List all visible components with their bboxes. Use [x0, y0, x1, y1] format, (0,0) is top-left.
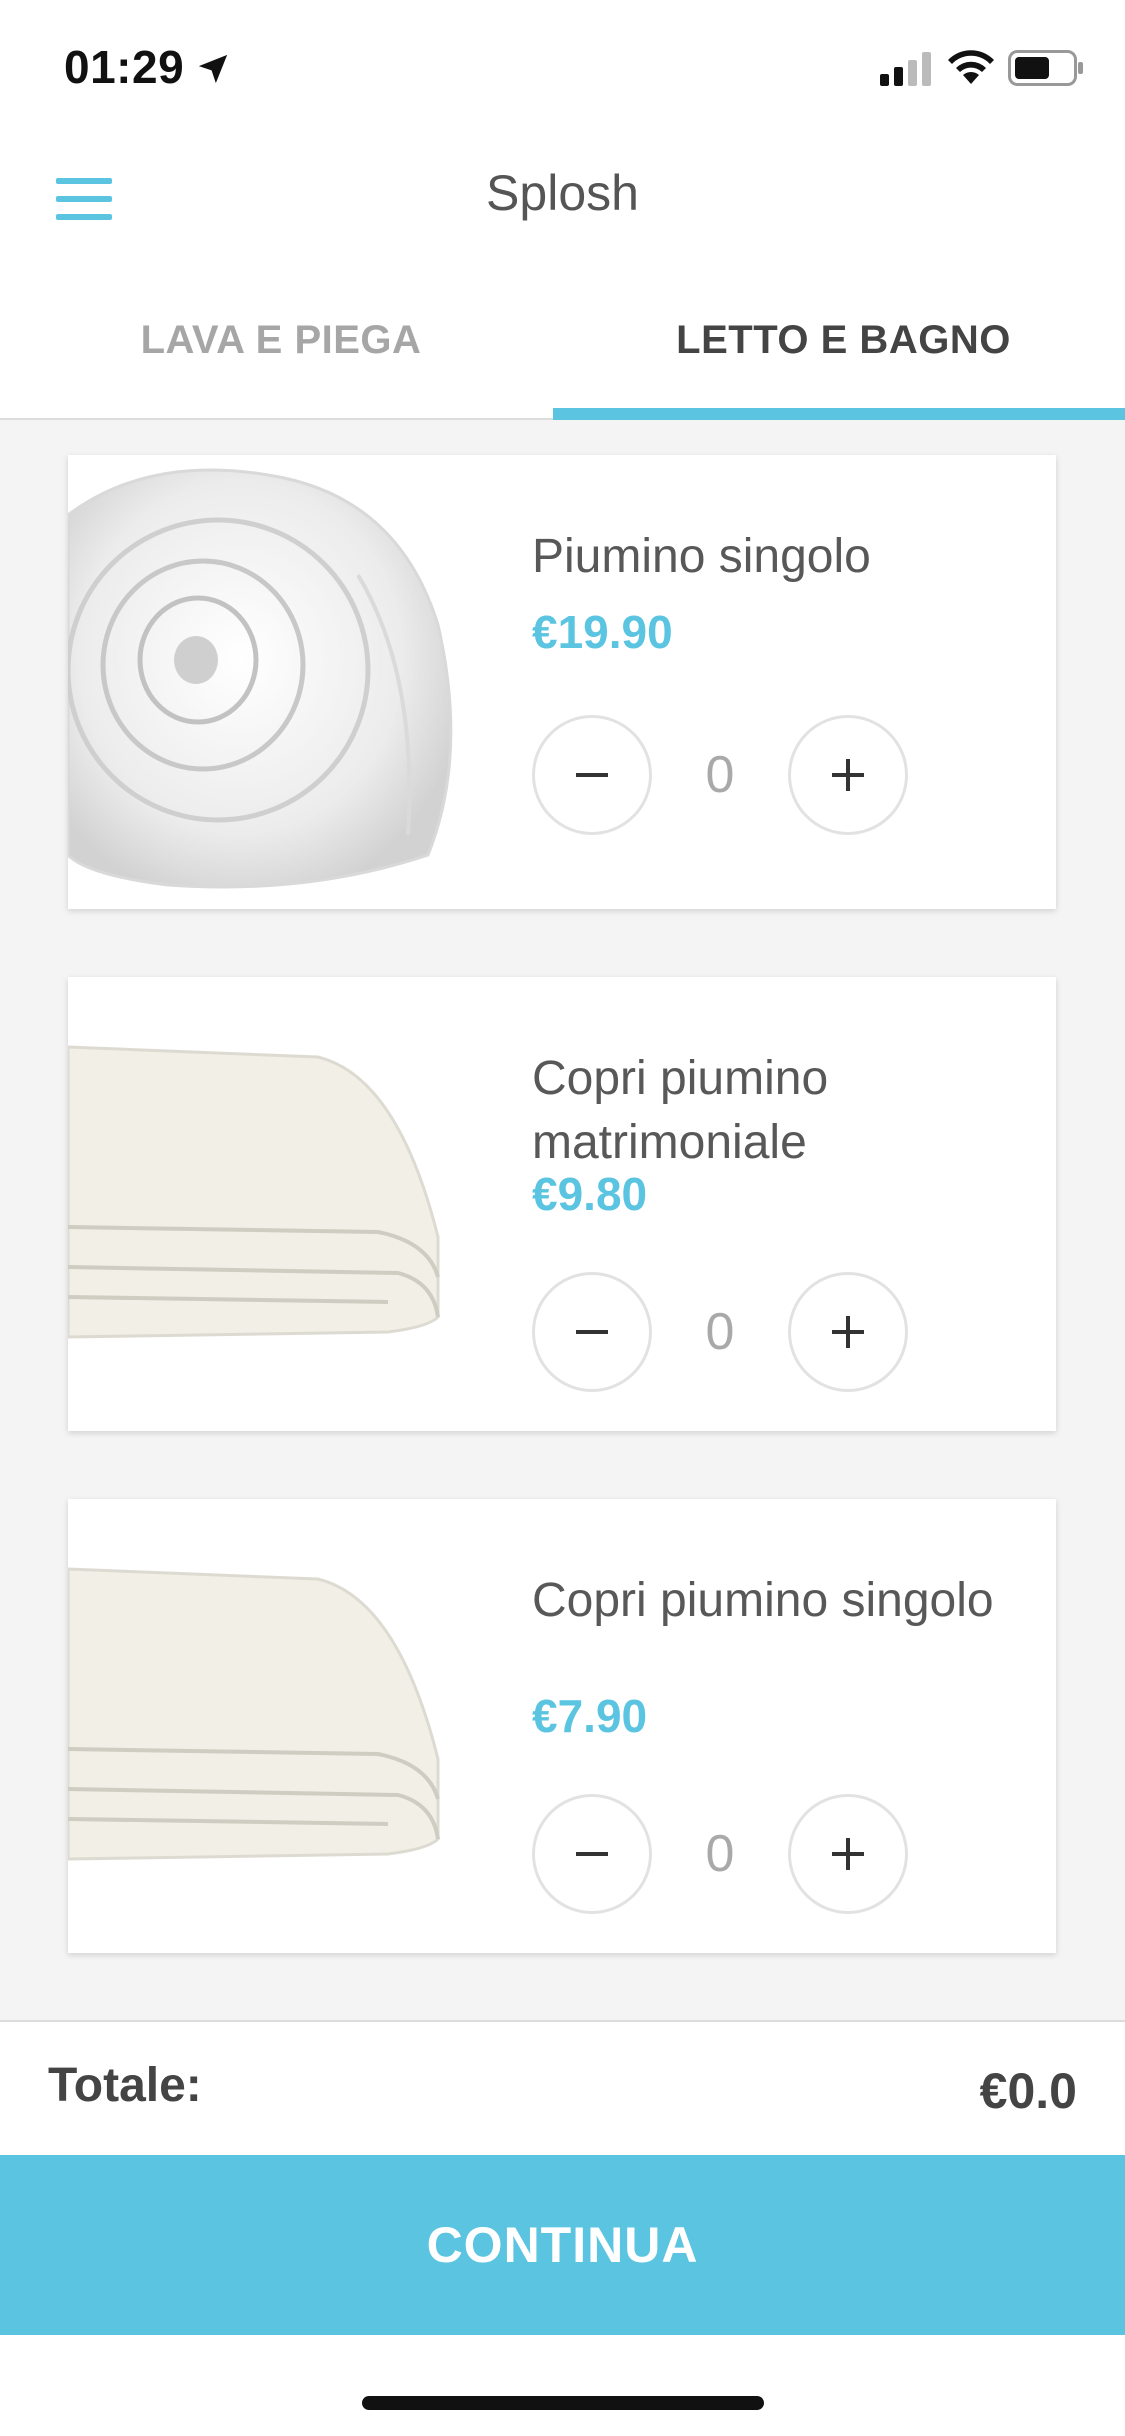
increase-quantity-button[interactable] — [788, 715, 908, 835]
quantity-value: 0 — [705, 1825, 735, 1883]
home-indicator — [362, 2396, 764, 2410]
product-name: Copri piumino singolo — [532, 1574, 994, 1627]
plus-icon — [832, 1838, 864, 1870]
continue-button[interactable]: CONTINUA — [0, 2155, 1125, 2335]
app-title: Splosh — [486, 165, 639, 221]
total-bar: Totale: €0.0 — [0, 2020, 1125, 2155]
product-list[interactable]: Piumino singolo €19.90 0 Copri piumino m… — [0, 420, 1125, 2020]
product-card: Copri piumino matrimoniale €9.80 0 — [68, 977, 1056, 1431]
battery-icon — [1008, 50, 1083, 86]
wifi-icon — [948, 50, 994, 84]
product-image-folded-cover — [68, 1499, 468, 1953]
product-image-folded-cover — [68, 977, 468, 1431]
product-price: €19.90 — [532, 606, 673, 658]
total-label: Totale: — [48, 2059, 202, 2112]
minus-icon — [576, 1852, 608, 1856]
screen: 01:29 Splosh LAVA E PIEGA LETTO E BAGNO … — [0, 0, 1125, 2436]
signal-icon — [880, 52, 931, 86]
category-tabs: LAVA E PIEGA LETTO E BAGNO — [0, 280, 1125, 420]
product-card: Copri piumino singolo €7.90 0 — [68, 1499, 1056, 1953]
product-name: Piumino singolo — [532, 530, 871, 583]
product-image-rolled-duvet — [68, 455, 468, 909]
tab-letto-e-bagno[interactable]: LETTO E BAGNO — [562, 318, 1125, 363]
product-card: Piumino singolo €19.90 0 — [68, 455, 1056, 909]
location-arrow-icon — [198, 54, 228, 84]
app-header: Splosh — [0, 140, 1125, 260]
minus-icon — [576, 773, 608, 777]
quantity-value: 0 — [705, 1303, 735, 1361]
plus-icon — [832, 759, 864, 791]
quantity-value: 0 — [705, 746, 735, 804]
decrease-quantity-button[interactable] — [532, 1272, 652, 1392]
decrease-quantity-button[interactable] — [532, 1794, 652, 1914]
total-value: €0.0 — [979, 2063, 1077, 2119]
minus-icon — [576, 1330, 608, 1334]
status-time: 01:29 — [64, 41, 185, 93]
status-bar: 01:29 — [0, 0, 1125, 140]
increase-quantity-button[interactable] — [788, 1794, 908, 1914]
active-tab-indicator — [553, 408, 1125, 420]
product-name: Copri piumino matrimoniale — [532, 1052, 829, 1169]
product-price: €9.80 — [532, 1168, 648, 1220]
product-price: €7.90 — [532, 1690, 648, 1742]
increase-quantity-button[interactable] — [788, 1272, 908, 1392]
decrease-quantity-button[interactable] — [532, 715, 652, 835]
tab-lava-e-piega[interactable]: LAVA E PIEGA — [0, 318, 562, 363]
plus-icon — [832, 1316, 864, 1348]
